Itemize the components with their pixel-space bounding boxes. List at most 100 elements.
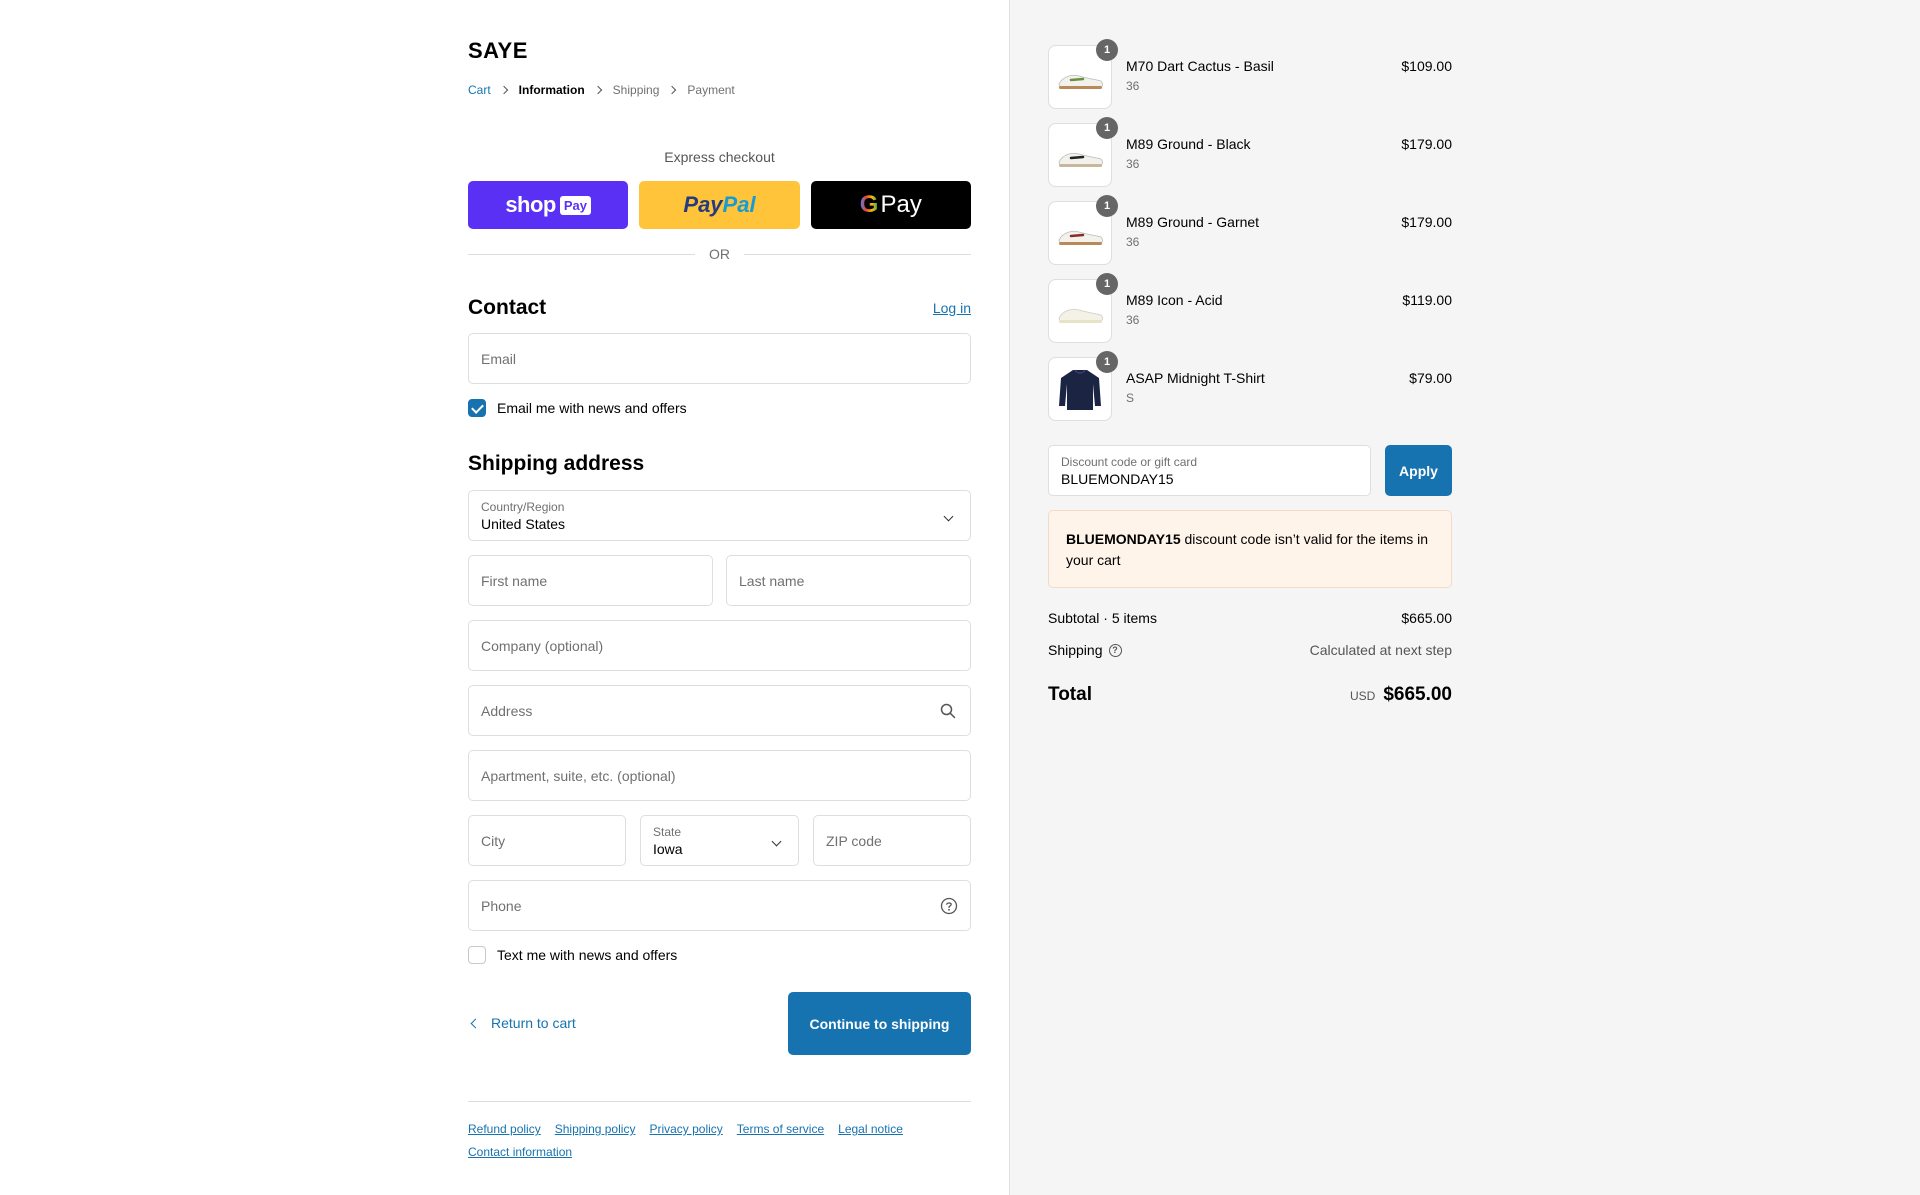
footer-divider (468, 1101, 971, 1102)
paypal-logo-part1: Pay (683, 192, 723, 217)
state-value: Iowa (653, 841, 683, 857)
contact-title: Contact (468, 296, 547, 319)
city-field[interactable]: City (468, 815, 626, 866)
cart-item: 1 M89 Ground - Garnet 36 $179.00 (1048, 195, 1452, 265)
cart-item: 1 M70 Dart Cactus - Basil 36 $109.00 (1048, 39, 1452, 109)
discount-code-field[interactable]: Discount code or gift card BLUEMONDAY15 (1048, 445, 1371, 496)
item-name: M89 Ground - Garnet (1126, 214, 1260, 230)
quantity-badge: 1 (1096, 39, 1118, 61)
shop-pay-badge: Pay (559, 195, 592, 215)
question-icon[interactable]: ? (1108, 643, 1122, 657)
product-thumbnail: 1 (1048, 117, 1118, 187)
apartment-field[interactable]: Apartment, suite, etc. (optional) (468, 750, 971, 801)
country-value: United States (481, 516, 566, 532)
company-placeholder: Company (optional) (481, 638, 604, 654)
last-name-placeholder: Last name (739, 573, 805, 589)
shipping-policy-link[interactable]: Shipping policy (555, 1118, 636, 1141)
phone-placeholder: Phone (481, 898, 522, 914)
item-price: $179.00 (1401, 214, 1452, 230)
address-field[interactable]: Address (468, 685, 971, 736)
currency-code: USD (1349, 689, 1376, 703)
shipping-value: Calculated at next step (1309, 642, 1452, 658)
first-name-placeholder: First name (481, 573, 548, 589)
item-variant: S (1126, 391, 1135, 405)
total-value: $665.00 (1383, 684, 1452, 705)
breadcrumb-information: Information (518, 83, 585, 97)
shipping-address-title: Shipping address (468, 452, 645, 475)
subtotal-label: Subtotal · 5 items (1048, 610, 1157, 626)
shop-pay-button[interactable]: shop Pay (468, 181, 629, 229)
phone-field[interactable]: Phone (468, 880, 971, 931)
quantity-badge: 1 (1096, 195, 1118, 217)
chevron-down-icon (771, 836, 782, 847)
shop-pay-logo: shop (505, 192, 556, 217)
company-field[interactable]: Company (optional) (468, 620, 971, 671)
email-field[interactable]: Email (468, 333, 971, 384)
last-name-field[interactable]: Last name (726, 555, 971, 606)
item-price: $79.00 (1409, 370, 1452, 386)
country-label: Country/Region (481, 500, 565, 514)
product-thumbnail: 1 (1048, 39, 1118, 109)
chevron-down-icon (943, 511, 954, 522)
subtotal-value: $665.00 (1401, 610, 1452, 626)
paypal-logo-part2: Pal (722, 192, 756, 217)
item-price: $109.00 (1401, 58, 1452, 74)
terms-of-service-link[interactable]: Terms of service (737, 1118, 824, 1141)
search-icon (940, 703, 956, 719)
apply-discount-button[interactable]: Apply (1385, 445, 1452, 496)
google-pay-button[interactable]: G Pay (810, 181, 971, 229)
subtotal-row: Subtotal · 5 items $665.00 (1048, 610, 1452, 626)
express-checkout-title: Express checkout (664, 149, 775, 165)
email-placeholder: Email (481, 351, 517, 367)
shipping-label-group: Shipping ? (1048, 642, 1122, 658)
shipping-row: Shipping ? Calculated at next step (1048, 642, 1452, 658)
shipping-label: Shipping (1048, 642, 1103, 658)
item-name: M89 Ground - Black (1126, 136, 1251, 152)
item-name: M70 Dart Cactus - Basil (1126, 58, 1274, 74)
email-optin-label: Email me with news and offers (497, 400, 687, 416)
quantity-badge: 1 (1096, 273, 1118, 295)
chevron-left-icon (470, 1018, 481, 1028)
paypal-button[interactable]: Pay Pal (639, 181, 800, 229)
state-select[interactable]: State Iowa (640, 815, 799, 866)
chevron-right-icon (593, 85, 602, 95)
email-optin-checkbox[interactable] (468, 399, 486, 417)
zip-placeholder: ZIP code (826, 833, 882, 849)
discount-error-message: BLUEMONDAY15 discount code isn’t valid f… (1048, 510, 1452, 588)
breadcrumb-cart[interactable]: Cart (468, 83, 491, 97)
refund-policy-link[interactable]: Refund policy (468, 1118, 541, 1141)
google-pay-label: Pay (880, 191, 922, 218)
contact-information-link[interactable]: Contact information (468, 1141, 572, 1164)
help-icon[interactable] (940, 897, 958, 915)
country-select[interactable]: Country/Region United States (468, 490, 971, 541)
first-name-field[interactable]: First name (468, 555, 713, 606)
legal-notice-link[interactable]: Legal notice (838, 1118, 903, 1141)
divider-line (468, 253, 695, 255)
chevron-right-icon (499, 85, 508, 95)
text-optin[interactable]: Text me with news and offers (468, 946, 677, 964)
state-label: State (653, 825, 682, 839)
cart-item: 1 M89 Icon - Acid 36 $119.00 (1048, 273, 1452, 343)
error-code: BLUEMONDAY15 (1066, 531, 1181, 547)
text-optin-label: Text me with news and offers (497, 947, 678, 963)
store-logo[interactable]: SAYE (468, 38, 528, 64)
breadcrumb-shipping: Shipping (612, 83, 660, 97)
total-label: Total (1048, 684, 1092, 705)
email-optin[interactable]: Email me with news and offers (468, 399, 687, 417)
apartment-placeholder: Apartment, suite, etc. (optional) (481, 768, 676, 784)
return-to-cart-label: Return to cart (491, 1015, 576, 1031)
continue-to-shipping-button[interactable]: Continue to shipping (788, 992, 971, 1055)
cart-item: 1 ASAP Midnight T-Shirt S $79.00 (1048, 351, 1452, 421)
item-price: $179.00 (1401, 136, 1452, 152)
quantity-badge: 1 (1096, 117, 1118, 139)
return-to-cart-link[interactable]: Return to cart (468, 1015, 576, 1031)
google-g-icon: G (859, 191, 879, 218)
or-text: OR (709, 246, 730, 262)
text-optin-checkbox[interactable] (468, 946, 486, 964)
breadcrumb: Cart Information Shipping Payment (468, 83, 735, 97)
divider-line (744, 253, 971, 255)
privacy-policy-link[interactable]: Privacy policy (649, 1118, 722, 1141)
checkout-form-panel: SAYE Cart Information Shipping Payment E… (0, 0, 1009, 1195)
login-link[interactable]: Log in (933, 300, 971, 316)
zip-field[interactable]: ZIP code (813, 815, 971, 866)
